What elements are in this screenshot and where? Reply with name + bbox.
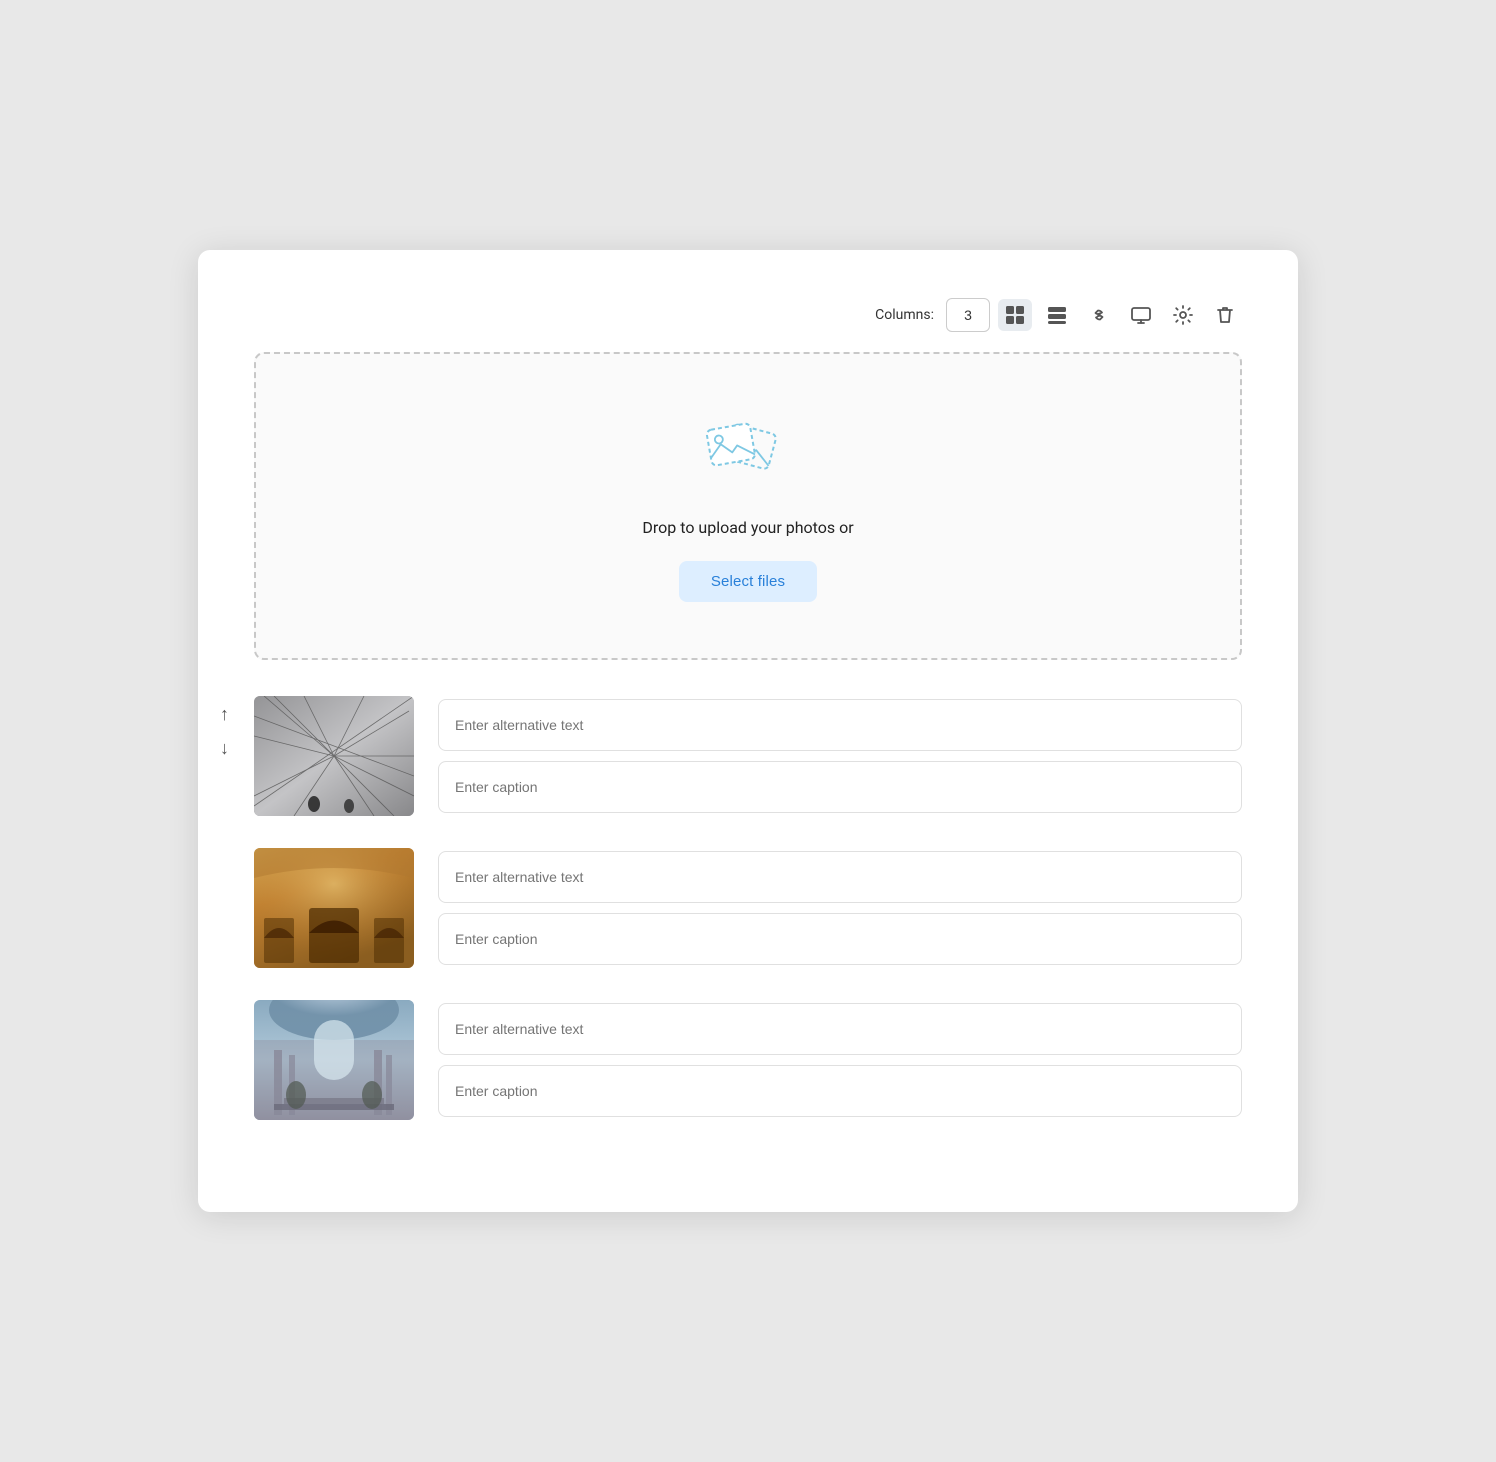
trash-icon	[1214, 304, 1236, 326]
alt-text-input-2[interactable]	[438, 851, 1242, 903]
photo-row	[254, 1000, 1242, 1120]
columns-label: Columns:	[875, 307, 934, 323]
drop-zone-text: Drop to upload your photos or	[642, 518, 853, 537]
settings-button[interactable]	[1166, 299, 1200, 331]
up-arrow-icon: ↑	[220, 704, 229, 724]
photo-thumbnail-2	[254, 848, 414, 968]
gear-icon	[1172, 304, 1194, 326]
photo-fields-3	[438, 1003, 1242, 1117]
drop-zone-icon	[698, 410, 798, 494]
caption-input-1[interactable]	[438, 761, 1242, 813]
toolbar: Columns:	[254, 298, 1242, 332]
layout-grid-button[interactable]	[998, 299, 1032, 331]
side-nav: ↑ ↓	[216, 703, 233, 759]
photo-row	[254, 696, 1242, 816]
select-files-button[interactable]: Select files	[679, 561, 817, 602]
move-down-button[interactable]: ↓	[216, 737, 233, 759]
photo-thumbnail-3	[254, 1000, 414, 1120]
photo-row	[254, 848, 1242, 968]
alt-text-input-3[interactable]	[438, 1003, 1242, 1055]
photo-fields-2	[438, 851, 1242, 965]
link-button[interactable]	[1082, 299, 1116, 331]
monitor-icon	[1130, 304, 1152, 326]
layout-grid-icon	[1004, 304, 1026, 326]
layout-row-icon	[1046, 304, 1068, 326]
main-card: ↑ ↓ Columns:	[198, 250, 1298, 1212]
alt-text-input-1[interactable]	[438, 699, 1242, 751]
photo-thumbnail-1	[254, 696, 414, 816]
photo-fields-1	[438, 699, 1242, 813]
link-icon	[1088, 304, 1110, 326]
caption-input-2[interactable]	[438, 913, 1242, 965]
layout-row-button[interactable]	[1040, 299, 1074, 331]
down-arrow-icon: ↓	[220, 738, 229, 758]
delete-button[interactable]	[1208, 299, 1242, 331]
caption-input-3[interactable]	[438, 1065, 1242, 1117]
columns-input[interactable]	[946, 298, 990, 332]
drop-zone[interactable]: Drop to upload your photos or Select fil…	[254, 352, 1242, 660]
monitor-button[interactable]	[1124, 299, 1158, 331]
move-up-button[interactable]: ↑	[216, 703, 233, 725]
